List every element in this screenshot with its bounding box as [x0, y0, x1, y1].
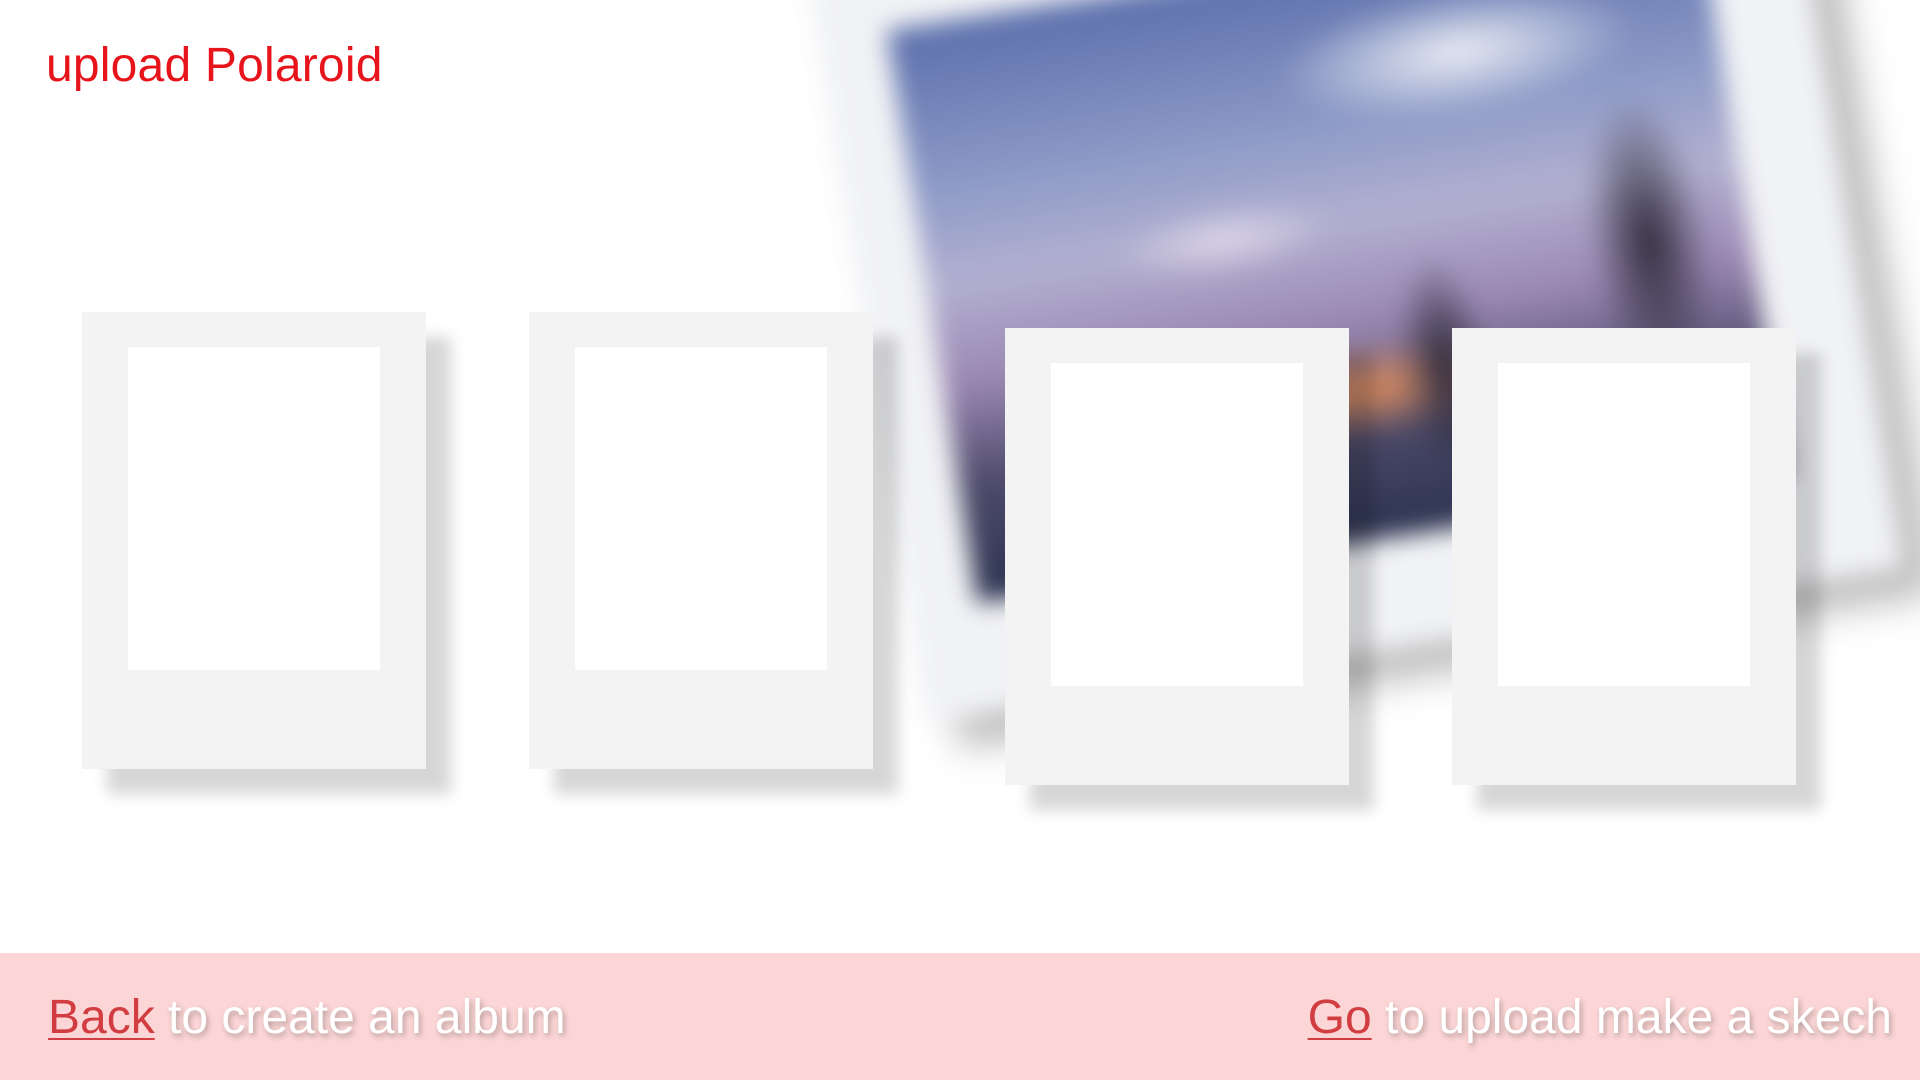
polaroid-photo-area[interactable]	[128, 347, 380, 670]
polaroid-photo-area[interactable]	[1051, 363, 1303, 686]
back-link[interactable]: Back	[48, 991, 155, 1044]
polaroid-slot-2[interactable]	[529, 312, 873, 769]
upload-polaroid-page: upload Polaroid Back to create an album …	[0, 0, 1920, 1080]
footer-go-message: Go to upload make a skech	[1308, 990, 1892, 1045]
back-link-description: to create an album	[154, 991, 566, 1044]
footer-bar: Back to create an album Go to upload mak…	[0, 953, 1920, 1080]
go-link[interactable]: Go	[1308, 991, 1372, 1044]
polaroid-photo-area[interactable]	[575, 347, 827, 670]
polaroid-slot-3[interactable]	[1005, 328, 1349, 785]
polaroid-photo-area[interactable]	[1498, 363, 1750, 686]
page-title: upload Polaroid	[46, 39, 383, 92]
polaroid-slot-4[interactable]	[1452, 328, 1796, 785]
polaroid-slot-1[interactable]	[82, 312, 426, 769]
footer-back-message: Back to create an album	[48, 990, 566, 1045]
go-link-description: to upload make a skech	[1371, 991, 1892, 1044]
